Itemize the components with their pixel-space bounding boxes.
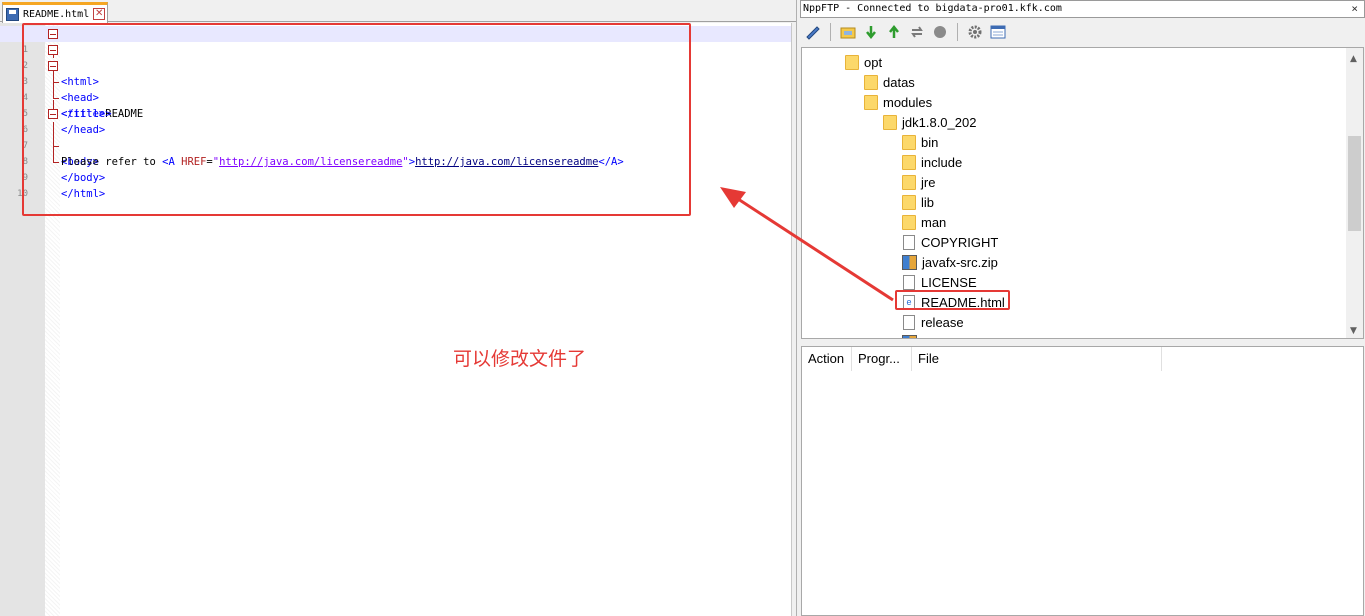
folder-icon [902, 194, 916, 210]
tree-label: javafx-src.zip [922, 254, 998, 270]
toolbar-separator [957, 23, 958, 41]
tree-folder-datas[interactable]: datas [864, 72, 915, 92]
tree-label: jdk1.8.0_202 [902, 114, 977, 130]
file-icon [903, 274, 915, 290]
tab-label: README.html [23, 8, 90, 20]
window: README.html ✕ 1 <html> 2 <head> 3 <title… [0, 0, 1365, 616]
tree-folder-man[interactable]: man [902, 212, 946, 232]
annotation-text: 可以修改文件了 [453, 348, 587, 370]
message-window-icon[interactable] [989, 23, 1007, 41]
save-icon [6, 7, 19, 21]
tree-folder-include[interactable]: include [902, 152, 962, 172]
tree-file-license[interactable]: LICENSE [903, 272, 977, 292]
archive-icon [902, 334, 917, 338]
tree-label: COPYRIGHT [921, 234, 999, 250]
tree-file-partial[interactable] [902, 332, 922, 338]
folder-icon [883, 114, 897, 130]
tree-file-javafx-src-zip[interactable]: javafx-src.zip [902, 252, 998, 272]
archive-icon [902, 254, 917, 270]
folder-icon [864, 74, 878, 90]
scroll-down-icon[interactable]: ▼ [1350, 326, 1357, 336]
tree-folder-jre[interactable]: jre [902, 172, 935, 192]
download-icon[interactable] [862, 23, 880, 41]
editor-pane: README.html ✕ 1 <html> 2 <head> 3 <title… [0, 0, 796, 616]
folder-icon [902, 154, 916, 170]
highlight-box-editor [22, 23, 691, 216]
tree-label: release [921, 314, 964, 330]
scroll-thumb[interactable] [1348, 136, 1361, 231]
file-icon [903, 314, 915, 330]
nppftp-title-bar: NppFTP - Connected to bigdata-pro01.kfk.… [800, 0, 1365, 18]
tree-label: modules [883, 94, 933, 110]
queue-header: Action Progr... File [802, 347, 1363, 371]
tree-scrollbar[interactable]: ▲ ▼ [1346, 48, 1363, 338]
remote-file-tree[interactable]: opt datas modules jdk1.8.0_202 bin inclu… [801, 47, 1364, 339]
refresh-icon[interactable] [908, 23, 926, 41]
tab-bar: README.html ✕ [0, 0, 796, 23]
folder-icon [845, 54, 859, 70]
folder-icon [902, 214, 916, 230]
tree-label: opt [864, 54, 883, 70]
file-icon [903, 234, 915, 250]
tree-file-release[interactable]: release [903, 312, 964, 332]
tree-label: jre [921, 174, 936, 190]
open-folder-icon[interactable] [839, 23, 857, 41]
tree-file-copyright[interactable]: COPYRIGHT [903, 232, 998, 252]
tree-label: datas [883, 74, 915, 90]
tree-label: man [921, 214, 947, 230]
tree-folder-bin[interactable]: bin [902, 132, 938, 152]
tree-folder-modules[interactable]: modules [864, 92, 932, 112]
upload-icon[interactable] [885, 23, 903, 41]
folder-icon [902, 134, 916, 150]
tab-readme-html[interactable]: README.html ✕ [2, 2, 108, 23]
abort-icon[interactable] [931, 23, 949, 41]
tree-label: include [921, 154, 963, 170]
transfer-queue[interactable]: Action Progr... File [801, 346, 1364, 616]
column-action[interactable]: Action [802, 347, 852, 371]
close-tab-icon[interactable]: ✕ [93, 8, 106, 20]
column-progress[interactable]: Progr... [852, 347, 912, 371]
toolbar-separator [830, 23, 831, 41]
scroll-up-icon[interactable]: ▲ [1350, 54, 1357, 64]
column-file[interactable]: File [912, 347, 1162, 371]
tree-folder-opt[interactable]: opt [845, 52, 882, 72]
folder-icon [864, 94, 878, 110]
highlight-box-readme [895, 290, 1010, 310]
nppftp-toolbar [800, 19, 1365, 45]
tree-folder-lib[interactable]: lib [902, 192, 934, 212]
settings-gear-icon[interactable] [966, 23, 984, 41]
connect-icon[interactable] [804, 23, 822, 41]
close-panel-icon[interactable]: × [1351, 1, 1358, 17]
tree-label: bin [921, 134, 939, 150]
nppftp-panel: NppFTP - Connected to bigdata-pro01.kfk.… [800, 0, 1365, 616]
nppftp-title: NppFTP - Connected to bigdata-pro01.kfk.… [803, 3, 1062, 14]
tree-folder-jdk[interactable]: jdk1.8.0_202 [883, 112, 976, 132]
folder-icon [902, 174, 916, 190]
tree-label: lib [921, 194, 935, 210]
tree-label: LICENSE [921, 274, 977, 290]
